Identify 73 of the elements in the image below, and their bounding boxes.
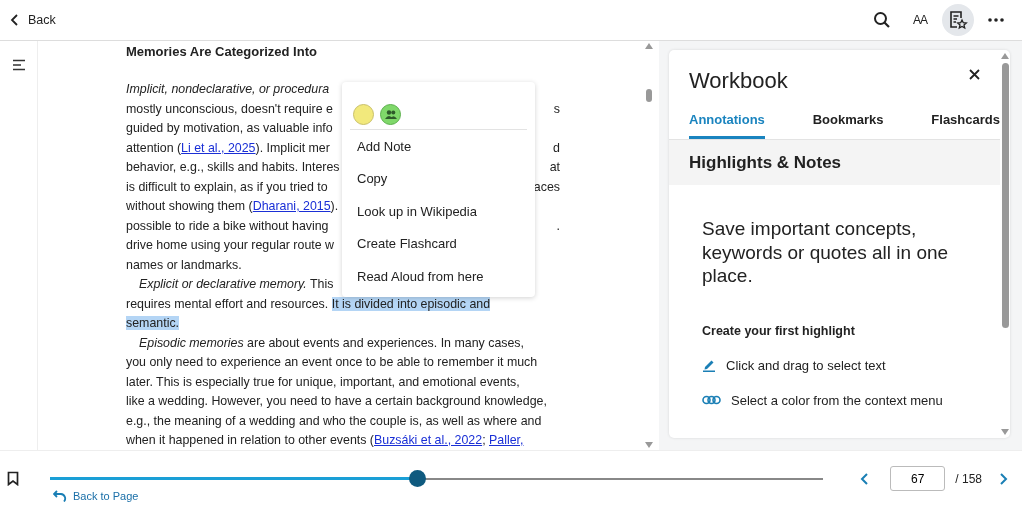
body-text: This bbox=[309, 277, 334, 291]
body-text: attention ( bbox=[126, 140, 182, 155]
body-text: without showing them ( bbox=[126, 199, 253, 213]
empty-message: Save important concepts, keywords or quotes all in one place. bbox=[702, 217, 950, 288]
body-text: mostly unconscious, doesn't require e bbox=[126, 101, 333, 116]
previous-page-icon[interactable] bbox=[860, 471, 871, 486]
menu-item[interactable]: Look up in Wikipedia bbox=[342, 195, 535, 228]
pen-icon bbox=[702, 358, 716, 372]
body-text: aces bbox=[533, 178, 560, 196]
next-page-icon[interactable] bbox=[998, 471, 1008, 486]
document-star-icon bbox=[948, 10, 968, 30]
body-text: behavior, e.g., skills and habits. Interes bbox=[126, 160, 340, 174]
close-button[interactable] bbox=[967, 68, 981, 82]
linked-circles-icon bbox=[702, 395, 721, 405]
back-to-page-link[interactable]: Back to Page bbox=[53, 490, 139, 502]
text-size-button[interactable]: AA bbox=[904, 4, 936, 36]
body-text: is difficult to explain, as if you tried to bbox=[126, 179, 328, 194]
search-icon bbox=[873, 11, 891, 29]
instruction-text: Click and drag to select text bbox=[726, 357, 886, 373]
workbook-button[interactable] bbox=[942, 4, 974, 36]
body-text: ; bbox=[482, 433, 487, 447]
group-color-swatch[interactable] bbox=[380, 104, 401, 125]
menu-item[interactable]: Copy bbox=[342, 162, 535, 195]
body-text: like a wedding. However, you need to have a certain background knowledge, bbox=[126, 394, 547, 408]
bookmark-icon[interactable] bbox=[7, 471, 19, 486]
body-text: ). Implicit mer bbox=[255, 140, 330, 155]
body-text: . bbox=[556, 217, 560, 235]
subheading: Create your first highlight bbox=[702, 323, 856, 338]
body-text: Episodic memories bbox=[139, 335, 244, 350]
menu-icon[interactable] bbox=[11, 59, 26, 71]
page-total: / 158 bbox=[955, 471, 982, 486]
instruction-text: Select a color from the context menu bbox=[731, 392, 943, 408]
citation-link[interactable]: Dharani, 2015 bbox=[252, 199, 331, 213]
scrollbar-thumb[interactable] bbox=[646, 89, 652, 102]
menu-item[interactable]: Create Flashcard bbox=[342, 227, 535, 260]
section-heading: Memories Are Categorized Into bbox=[126, 43, 318, 60]
color-swatch[interactable] bbox=[353, 104, 374, 125]
back-button[interactable]: Back bbox=[10, 13, 56, 27]
scrollbar-thumb[interactable] bbox=[1001, 63, 1009, 328]
menu-item[interactable]: Add Note bbox=[342, 130, 535, 163]
scroll-down-icon[interactable] bbox=[645, 442, 653, 448]
scroll-down-icon[interactable] bbox=[1001, 429, 1009, 435]
body-text: requires mental effort and resources. bbox=[126, 296, 330, 311]
scroll-up-icon[interactable] bbox=[645, 43, 653, 49]
citation-link[interactable]: Paller, bbox=[489, 433, 524, 447]
more-icon bbox=[988, 18, 1004, 22]
body-text: at bbox=[549, 159, 560, 176]
body-text: Explicit or declarative memory. bbox=[139, 277, 307, 291]
body-text: Implicit, nondeclarative, or procedura bbox=[126, 82, 330, 96]
tab[interactable]: Bookmarks bbox=[812, 108, 884, 139]
body-text: later. This is especially true for unique, important, and emotional events, bbox=[126, 374, 520, 389]
slider-thumb[interactable] bbox=[409, 470, 427, 487]
body-text: d bbox=[553, 139, 560, 157]
page-number-field[interactable]: 67 bbox=[890, 466, 946, 491]
panel-title: Workbook bbox=[689, 68, 788, 94]
chevron-left-icon bbox=[10, 13, 20, 27]
body-text: names or landmarks. bbox=[126, 257, 242, 272]
section-header: Highlights & Notes bbox=[669, 140, 1000, 185]
body-text: e.g., the meaning of a wedding and who the couple is, as well as where and bbox=[126, 413, 542, 428]
menu-item[interactable]: Read Aloud from here bbox=[342, 260, 535, 293]
citation-link[interactable]: Li et al., 2025 bbox=[181, 140, 256, 155]
body-text: when it happened in relation to other events ( bbox=[126, 433, 374, 447]
undo-arrow-icon bbox=[53, 490, 67, 502]
scroll-up-icon[interactable] bbox=[1001, 53, 1009, 59]
body-text: are about events and experiences. In many cases, bbox=[246, 335, 524, 350]
body-text: you only need to experience an event once to be able to remember it much bbox=[126, 355, 538, 369]
body-text: s bbox=[553, 100, 560, 118]
body-text: ). bbox=[330, 199, 339, 213]
body-text: guided by motivation, as valuable info bbox=[126, 121, 333, 135]
body-text: drive home using your regular route w bbox=[126, 238, 334, 252]
selected-text: semantic. bbox=[126, 316, 180, 330]
body-text: possible to ride a bike without having bbox=[126, 218, 329, 233]
tab[interactable]: Flashcards bbox=[931, 108, 1000, 139]
